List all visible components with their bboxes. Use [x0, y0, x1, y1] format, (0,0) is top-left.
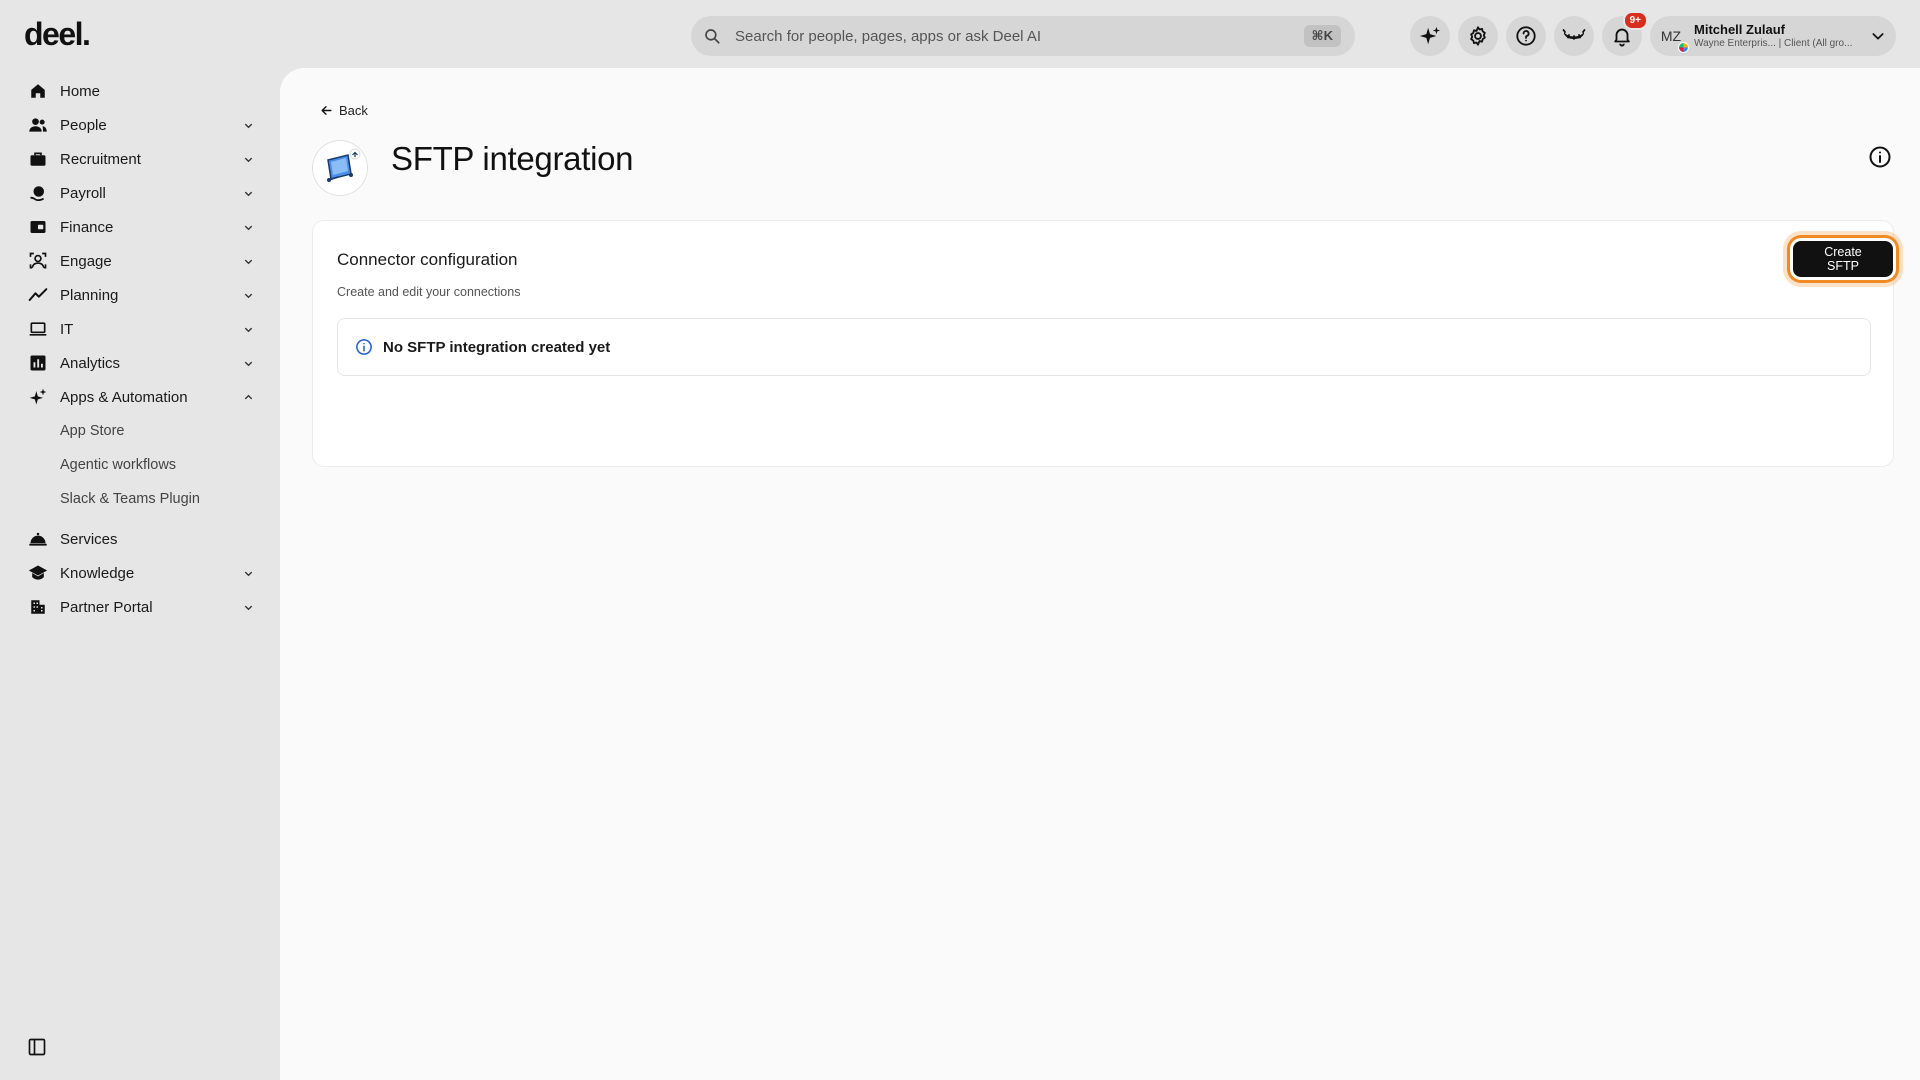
sidebar-item-label: Home: [60, 82, 101, 100]
eye-mask-icon: [1562, 29, 1586, 40]
settings-button[interactable]: [1458, 16, 1498, 56]
user-organization: Wayne Enterpris... | Client (All gro...: [1694, 37, 1853, 49]
laptop-icon: [29, 322, 47, 336]
ai-assistant-button[interactable]: [1410, 16, 1450, 56]
user-menu[interactable]: MZ Mitchell Zulauf Wayne Enterpris... | …: [1650, 16, 1896, 56]
search-shortcut-hint: ⌘K: [1303, 25, 1341, 47]
briefcase-icon: [30, 152, 46, 166]
hide-sensitive-data-button[interactable]: [1554, 16, 1594, 56]
sidebar-item-label: People: [60, 116, 107, 134]
notification-count-badge: 9+: [1622, 11, 1648, 30]
empty-state-notice: No SFTP integration created yet: [337, 318, 1871, 376]
sidebar-item-label: Apps & Automation: [60, 388, 188, 406]
sftp-app-icon: [312, 140, 368, 196]
search-placeholder[interactable]: Search for people, pages, apps or ask De…: [735, 28, 1304, 45]
sidebar-item-planning[interactable]: Planning: [0, 278, 280, 312]
arrow-left-icon: [321, 106, 332, 115]
sidebar-item-partner-portal[interactable]: Partner Portal: [0, 590, 280, 624]
bar-chart-icon: [30, 355, 46, 371]
sidebar-item-knowledge[interactable]: Knowledge: [0, 556, 280, 590]
engage-icon: [29, 252, 47, 269]
sparkle-icon: [29, 388, 47, 405]
sparkle-icon: [1419, 26, 1441, 45]
sidebar-item-label: Planning: [60, 286, 119, 304]
page-title: SFTP integration: [391, 140, 634, 177]
sidebar-item-recruitment[interactable]: Recruitment: [0, 142, 280, 176]
main-content: Back SFTP integration Connector configur…: [280, 68, 1920, 1080]
sidebar-subitem-app-store[interactable]: App Store: [0, 414, 280, 448]
sidebar-item-engage[interactable]: Engage: [0, 244, 280, 278]
sidebar-item-home[interactable]: Home: [0, 74, 280, 108]
sidebar-item-label: Analytics: [60, 354, 121, 372]
chevron-down-icon: [1872, 33, 1884, 40]
chevron-down-icon: [244, 225, 252, 230]
page-info-button[interactable]: [1868, 145, 1892, 174]
sidebar-item-label: Services: [60, 530, 118, 548]
sidebar-item-label: Knowledge: [60, 564, 135, 582]
card-title: Connector configuration: [337, 250, 518, 269]
building-icon: [31, 600, 45, 614]
deel-logo[interactable]: deel.: [24, 16, 91, 53]
sidebar-item-it[interactable]: IT: [0, 312, 280, 346]
sidebar-item-label: Payroll: [60, 184, 106, 202]
sidebar-item-payroll[interactable]: Payroll: [0, 176, 280, 210]
sftp-logo-icon: [327, 148, 361, 182]
connector-configuration-card: Connector configuration Create and edit …: [312, 220, 1894, 467]
help-button[interactable]: [1506, 16, 1546, 56]
empty-state-message: No SFTP integration created yet: [383, 338, 611, 356]
chevron-down-icon: [244, 191, 252, 196]
graduation-cap-icon: [28, 565, 48, 580]
info-icon: [1869, 146, 1891, 168]
sidebar-item-label: Partner Portal: [60, 598, 153, 616]
sidebar-item-label: Engage: [60, 252, 112, 270]
chevron-down-icon: [244, 327, 252, 332]
chevron-down-icon: [244, 157, 252, 162]
organization-icon: [1678, 42, 1689, 53]
chevron-down-icon: [244, 259, 252, 264]
back-label: Back: [339, 103, 368, 118]
sidebar-item-services[interactable]: Services: [0, 522, 280, 556]
chevron-down-icon: [244, 293, 252, 298]
sidebar-item-apps-automation[interactable]: Apps & Automation: [0, 380, 280, 414]
sidebar-item-analytics[interactable]: Analytics: [0, 346, 280, 380]
sidebar-item-label: Recruitment: [60, 150, 141, 168]
payroll-icon: [30, 186, 44, 202]
back-link[interactable]: Back: [320, 103, 368, 118]
chevron-down-icon: [244, 605, 252, 610]
sidebar-item-label: IT: [60, 320, 74, 338]
sidebar-item-people[interactable]: People: [0, 108, 280, 142]
search-icon: [705, 29, 720, 44]
sidebar-toggle-icon: [28, 1038, 46, 1056]
card-subtitle: Create and edit your connections: [337, 285, 521, 299]
chevron-down-icon: [244, 123, 252, 128]
chevron-down-icon: [244, 571, 252, 576]
chevron-up-icon: [244, 394, 252, 399]
user-name: Mitchell Zulauf: [1694, 22, 1785, 37]
sidebar-subitem-agentic-workflows[interactable]: Agentic workflows: [0, 448, 280, 482]
collapse-sidebar-button[interactable]: [27, 1037, 47, 1062]
info-icon: [356, 339, 372, 355]
people-icon: [29, 118, 47, 132]
wallet-icon: [30, 221, 46, 233]
trend-icon: [28, 288, 48, 301]
create-sftp-button[interactable]: Create SFTP: [1793, 241, 1893, 277]
chevron-down-icon: [244, 361, 252, 366]
avatar-initials: MZ: [1660, 28, 1682, 44]
sidebar-nav: Home People Recruitment Payroll Finance …: [0, 74, 280, 624]
cloche-icon: [29, 532, 47, 546]
sidebar-item-label: Finance: [60, 218, 114, 236]
gear-icon: [1470, 26, 1486, 46]
avatar: MZ: [1656, 21, 1689, 53]
sidebar-item-finance[interactable]: Finance: [0, 210, 280, 244]
global-search[interactable]: Search for people, pages, apps or ask De…: [691, 16, 1355, 56]
sidebar-subitem-slack-teams-plugin[interactable]: Slack & Teams Plugin: [0, 482, 280, 516]
help-icon: [1516, 26, 1536, 46]
notifications-button[interactable]: 9+: [1602, 11, 1648, 56]
home-icon: [31, 84, 45, 98]
